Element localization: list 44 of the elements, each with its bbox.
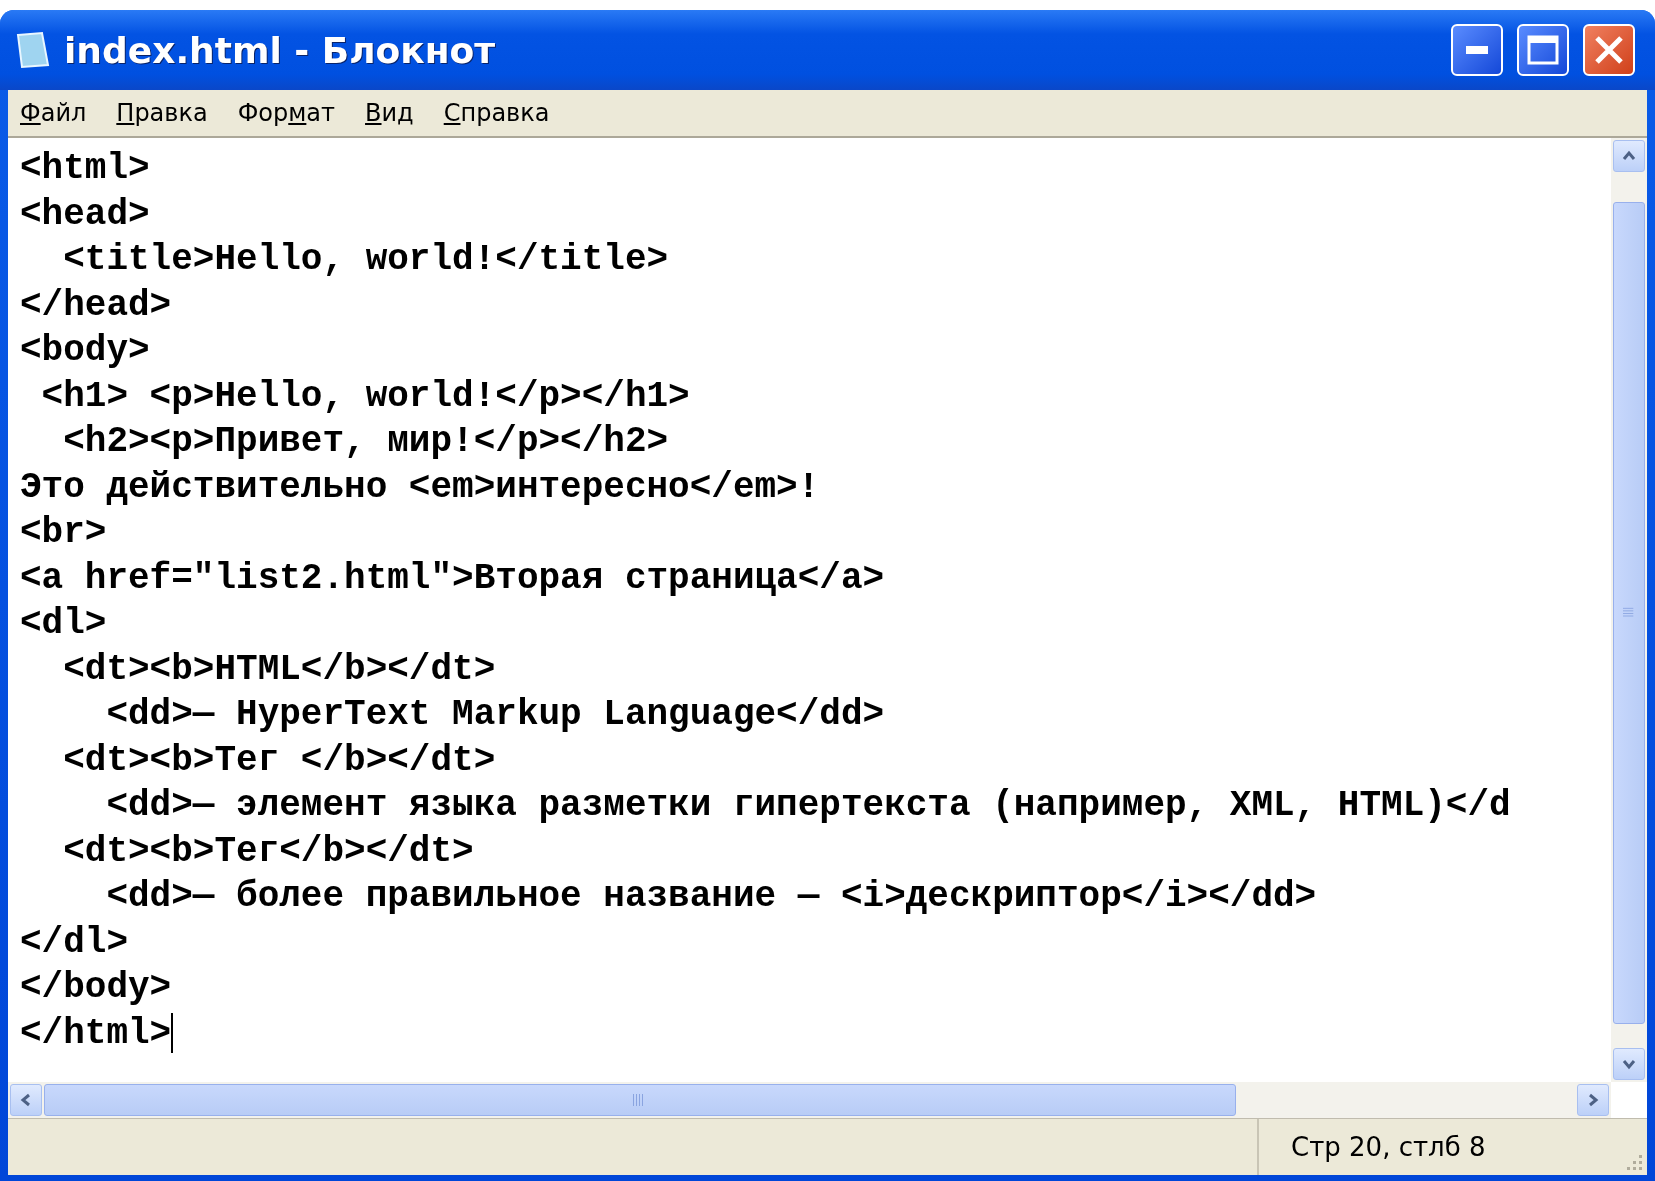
code-line: <dd>— более правильное название — <i>дескриптор</i></dd> [105, 875, 1317, 919]
code-line: <html> [20, 147, 150, 191]
scroll-up-button[interactable] [1613, 140, 1645, 172]
menu-item[interactable]: Справка [443, 99, 550, 127]
code-line: <body> [20, 329, 150, 373]
close-icon [1593, 34, 1625, 66]
maximize-icon [1527, 35, 1559, 65]
menu-item[interactable]: Формат [237, 99, 336, 127]
close-button[interactable] [1583, 24, 1635, 76]
scroll-left-button[interactable] [10, 1084, 42, 1116]
code-line: <a href="list2.html">Вторая страница</a> [20, 556, 885, 601]
code-line: </head> [20, 283, 172, 328]
code-line: <dd>— элемент языка разметки гипертекста (например, XML, HTML)</d [105, 784, 1511, 828]
code-line: </body> [20, 966, 172, 1010]
vertical-scrollbar[interactable] [1611, 138, 1647, 1082]
menu-item[interactable]: Файл [20, 99, 87, 127]
code-line: <dt><b>Тег</b></dt> [62, 829, 474, 874]
cursor-position: Стр 20, стлб 8 [1290, 1131, 1487, 1164]
code-line: Это действительно <em>интересно</em>! [20, 465, 820, 510]
minimize-button[interactable] [1451, 24, 1503, 76]
code-line: <h1> <p>Hello, world!</p></h1> [40, 374, 690, 419]
scroll-down-button[interactable] [1613, 1048, 1645, 1080]
scroll-thumb[interactable] [1613, 202, 1645, 1024]
scroll-right-button[interactable] [1577, 1084, 1609, 1116]
window-title: index.html - Блокнот [64, 29, 497, 71]
text-area[interactable] [8, 136, 1647, 1118]
minimize-icon [1466, 46, 1488, 54]
menu-item[interactable]: Правка [116, 99, 208, 127]
code-line: <br> [20, 511, 107, 555]
code-line: </html> [20, 1011, 172, 1056]
code-line: <dl> [20, 602, 107, 646]
code-line: <dt><b>Тег </b></dt> [62, 738, 496, 783]
code-line: <h2><p>Привет, мир!</p></h2> [62, 420, 669, 464]
code-line: <dt><b>HTML</b></dt> [62, 647, 496, 692]
horizontal-scrollbar[interactable] [8, 1082, 1611, 1118]
code-line: <title>Hello, world!</title> [62, 238, 669, 282]
code-line: <head> [20, 192, 150, 237]
scroll-thumb[interactable] [44, 1084, 1236, 1116]
menu-item[interactable]: Вид [365, 99, 414, 127]
code-line: </dl> [20, 920, 129, 965]
code-line: <dd>— HyperText Markup Language</dd> [105, 693, 885, 737]
text-caret [171, 1013, 174, 1054]
notepad-icon [16, 31, 50, 69]
maximize-button[interactable] [1517, 24, 1569, 76]
